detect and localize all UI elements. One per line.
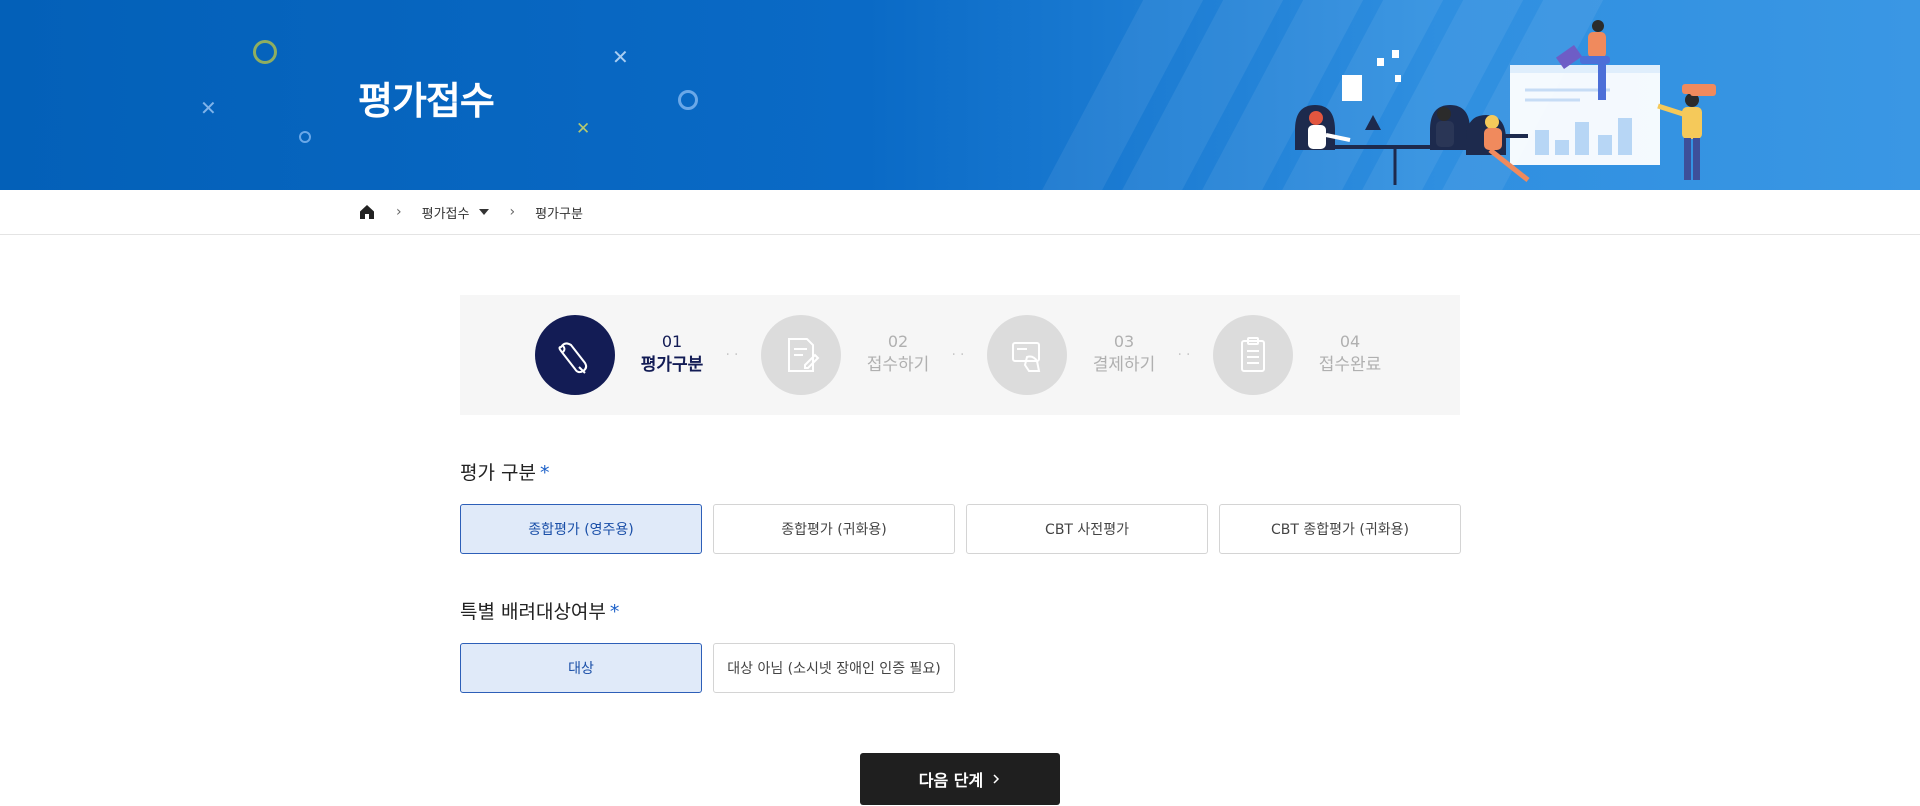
step-label: 평가구분 bbox=[640, 355, 704, 375]
step-4: 04 접수완료 bbox=[1213, 315, 1385, 395]
step-label: 결제하기 bbox=[1092, 355, 1156, 375]
page-banner: ✕ ✕ ✕ 평가접수 bbox=[0, 0, 1920, 190]
step-number: 02 bbox=[887, 332, 909, 351]
breadcrumb-item-category[interactable]: 평가접수 bbox=[422, 203, 490, 222]
eval-option-cbt-naturalization[interactable]: CBT 종합평가 (귀화용) bbox=[1219, 504, 1461, 554]
special-care-options: 대상 대상 아님 (소시넷 장애인 인증 필요) bbox=[460, 643, 955, 693]
step-number: 03 bbox=[1113, 332, 1135, 351]
page-title: 평가접수 bbox=[358, 79, 495, 123]
breadcrumb-item-label: 평가구분 bbox=[535, 206, 583, 222]
next-step-button[interactable]: 다음 단계 bbox=[860, 753, 1060, 805]
step-2: 02 접수하기 bbox=[761, 315, 933, 395]
eval-type-options: 종합평가 (영주용) 종합평가 (귀화용) CBT 사전평가 CBT 종합평가 … bbox=[460, 504, 1461, 554]
step-1: 01 평가구분 bbox=[535, 315, 707, 395]
document-edit-icon bbox=[761, 315, 841, 395]
step-connector: ·· bbox=[951, 347, 969, 363]
cross-decoration: ✕ bbox=[200, 96, 217, 120]
breadcrumb-item-current: 평가구분 bbox=[535, 203, 583, 222]
breadcrumb-item-label: 평가접수 bbox=[421, 206, 470, 222]
rolled-paper-icon bbox=[535, 315, 615, 395]
home-icon[interactable] bbox=[358, 203, 376, 221]
circle-decoration bbox=[299, 131, 311, 143]
required-mark: * bbox=[539, 462, 550, 484]
cross-decoration: ✕ bbox=[576, 119, 591, 139]
eval-option-cbt-pre[interactable]: CBT 사전평가 bbox=[966, 504, 1208, 554]
next-step-label: 다음 단계 bbox=[918, 771, 984, 790]
chevron-right-icon: › bbox=[509, 204, 516, 220]
chevron-right-icon bbox=[991, 770, 1001, 789]
special-care-heading: 특별 배려대상여부 * bbox=[460, 601, 620, 623]
required-mark: * bbox=[609, 601, 620, 623]
step-number: 04 bbox=[1339, 332, 1361, 351]
cross-decoration: ✕ bbox=[612, 45, 629, 69]
step-label: 접수완료 bbox=[1318, 355, 1382, 375]
circle-decoration bbox=[678, 90, 698, 110]
special-care-option-not-eligible[interactable]: 대상 아님 (소시넷 장애인 인증 필요) bbox=[713, 643, 955, 693]
eval-option-permanent-residency[interactable]: 종합평가 (영주용) bbox=[460, 504, 702, 554]
step-label: 접수하기 bbox=[866, 355, 930, 375]
step-connector: ·· bbox=[725, 347, 743, 363]
breadcrumb: › 평가접수 › 평가구분 bbox=[0, 190, 1920, 235]
step-number: 01 bbox=[661, 332, 683, 351]
progress-stepper: 01 평가구분 ·· 02 접수하기 ·· 03 결제하기 ·· 04 접수완료 bbox=[460, 295, 1460, 415]
chevron-right-icon: › bbox=[396, 204, 402, 220]
circle-decoration bbox=[253, 40, 277, 64]
step-3: 03 결제하기 bbox=[987, 315, 1159, 395]
clipboard-icon bbox=[1213, 315, 1293, 395]
special-care-option-eligible[interactable]: 대상 bbox=[460, 643, 702, 693]
card-payment-icon bbox=[987, 315, 1067, 395]
office-illustration bbox=[1295, 20, 1716, 185]
eval-option-naturalization[interactable]: 종합평가 (귀화용) bbox=[713, 504, 955, 554]
caret-down-icon bbox=[479, 209, 490, 215]
step-connector: ·· bbox=[1177, 347, 1195, 363]
eval-type-heading: 평가 구분 * bbox=[460, 462, 550, 484]
